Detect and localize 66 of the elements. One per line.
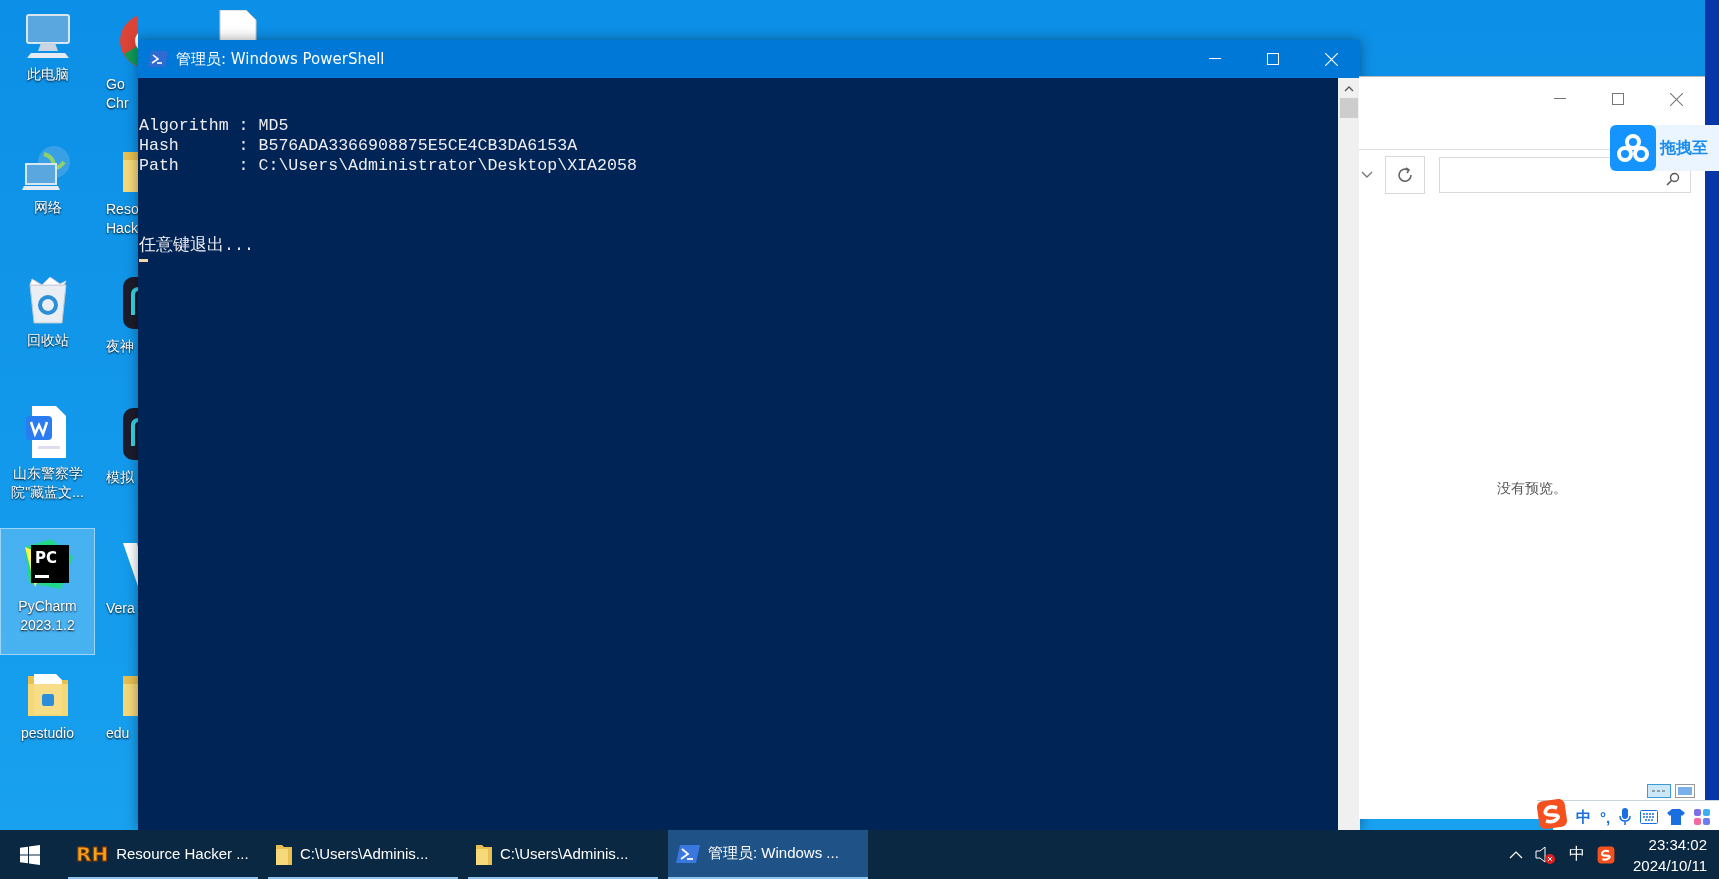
taskbar-item[interactable]: C:\Users\Adminis... [468,830,658,879]
icon-label: pestudio [20,724,75,743]
icon-label: Reso Hack [106,200,138,238]
maximize-icon [1612,93,1624,105]
desktop-icon[interactable]: Vera [95,528,138,655]
icon-label: PyCharm 2023.1.2 [17,597,78,635]
windows-logo-icon [20,844,40,865]
icon-label: 此电脑 [25,65,70,84]
punctuation-button[interactable]: °, [1600,808,1611,826]
chevron-down-icon[interactable] [1361,171,1373,179]
minimize-icon [1554,98,1566,100]
desktop-icon[interactable]: 网络 [0,135,95,262]
app-logo: RH [76,841,109,866]
taskbar-item[interactable]: 管理员: Windows ... [668,830,868,879]
powershell-icon [148,51,168,67]
console-line: Path : C:\Users\Administrator\Desktop\XIA2058 [139,156,638,176]
shirt-icon[interactable] [1667,809,1686,825]
scrollbar-thumb[interactable] [1340,98,1358,118]
input-mode-button[interactable]: 中 [1576,807,1591,827]
icon-label: edu [106,724,130,743]
refresh-icon [1397,167,1413,183]
desktop-icon[interactable]: 此电脑 [0,4,95,131]
desktop-icon[interactable]: 回收站 [0,266,95,393]
icon-label: 回收站 [25,331,70,350]
caret-up-icon[interactable] [1509,850,1524,859]
thumbnail-view-icon[interactable] [1675,784,1695,798]
text-cursor [139,259,148,262]
popup-text: 拖拽至 [1660,137,1708,158]
icon-label: 山东警察学院"藏蓝文... [10,464,85,502]
desktop-icon[interactable]: 山东警察学院"藏蓝文... [0,397,95,524]
close-icon [1669,92,1683,106]
details-view-icon[interactable] [1647,784,1671,798]
taskbar-item[interactable]: RH Resource Hacker ... [68,830,258,879]
speaker-muted-icon[interactable] [1535,844,1558,865]
cloud-icon [1610,125,1656,171]
folder-icon [476,842,492,865]
maximize-icon [1267,53,1279,65]
preview-message: 没有预览。 [1497,480,1567,498]
upload-popup[interactable]: 拖拽至 [1610,125,1719,171]
clock-date[interactable]: 2024/10/11 [1633,854,1707,876]
icon-label: Go Chr [106,75,129,113]
refresh-button[interactable] [1385,156,1425,194]
taskbar-item[interactable]: C:\Users\Adminis... [268,830,458,879]
console-line: Algorithm : MD5 [139,116,290,136]
desktop-icon[interactable]: pestudio [0,659,95,786]
desktop-icon-selected[interactable]: PC PyCharm 2023.1.2 [0,528,95,655]
icon-label: 夜神 [106,337,134,356]
microphone-icon[interactable] [1619,808,1632,826]
folder-icon [276,842,292,865]
window-title: 管理员: Windows PowerShell [176,49,385,69]
icon-label: 模拟 [106,468,134,487]
scrollbar[interactable] [1338,78,1360,830]
ime-logo-icon[interactable] [1597,845,1616,864]
icon-label: Vera [106,599,135,618]
icon-label: 网络 [32,198,63,217]
input-language-button[interactable]: 中 [1569,844,1586,865]
keyboard-icon[interactable] [1640,810,1659,824]
console-line: 任意键退出... [139,236,255,256]
minimize-icon [1209,58,1221,60]
powershell-icon [676,844,700,863]
console-line: Hash : B576ADA3366908875E5CE4CB3DA6153A [139,136,579,156]
search-icon [1666,172,1680,186]
grid-icon[interactable] [1694,809,1711,825]
clock-time[interactable]: 23:34:02 [1648,833,1707,855]
scroll-up-icon[interactable] [1344,86,1354,92]
close-icon [1324,52,1338,66]
